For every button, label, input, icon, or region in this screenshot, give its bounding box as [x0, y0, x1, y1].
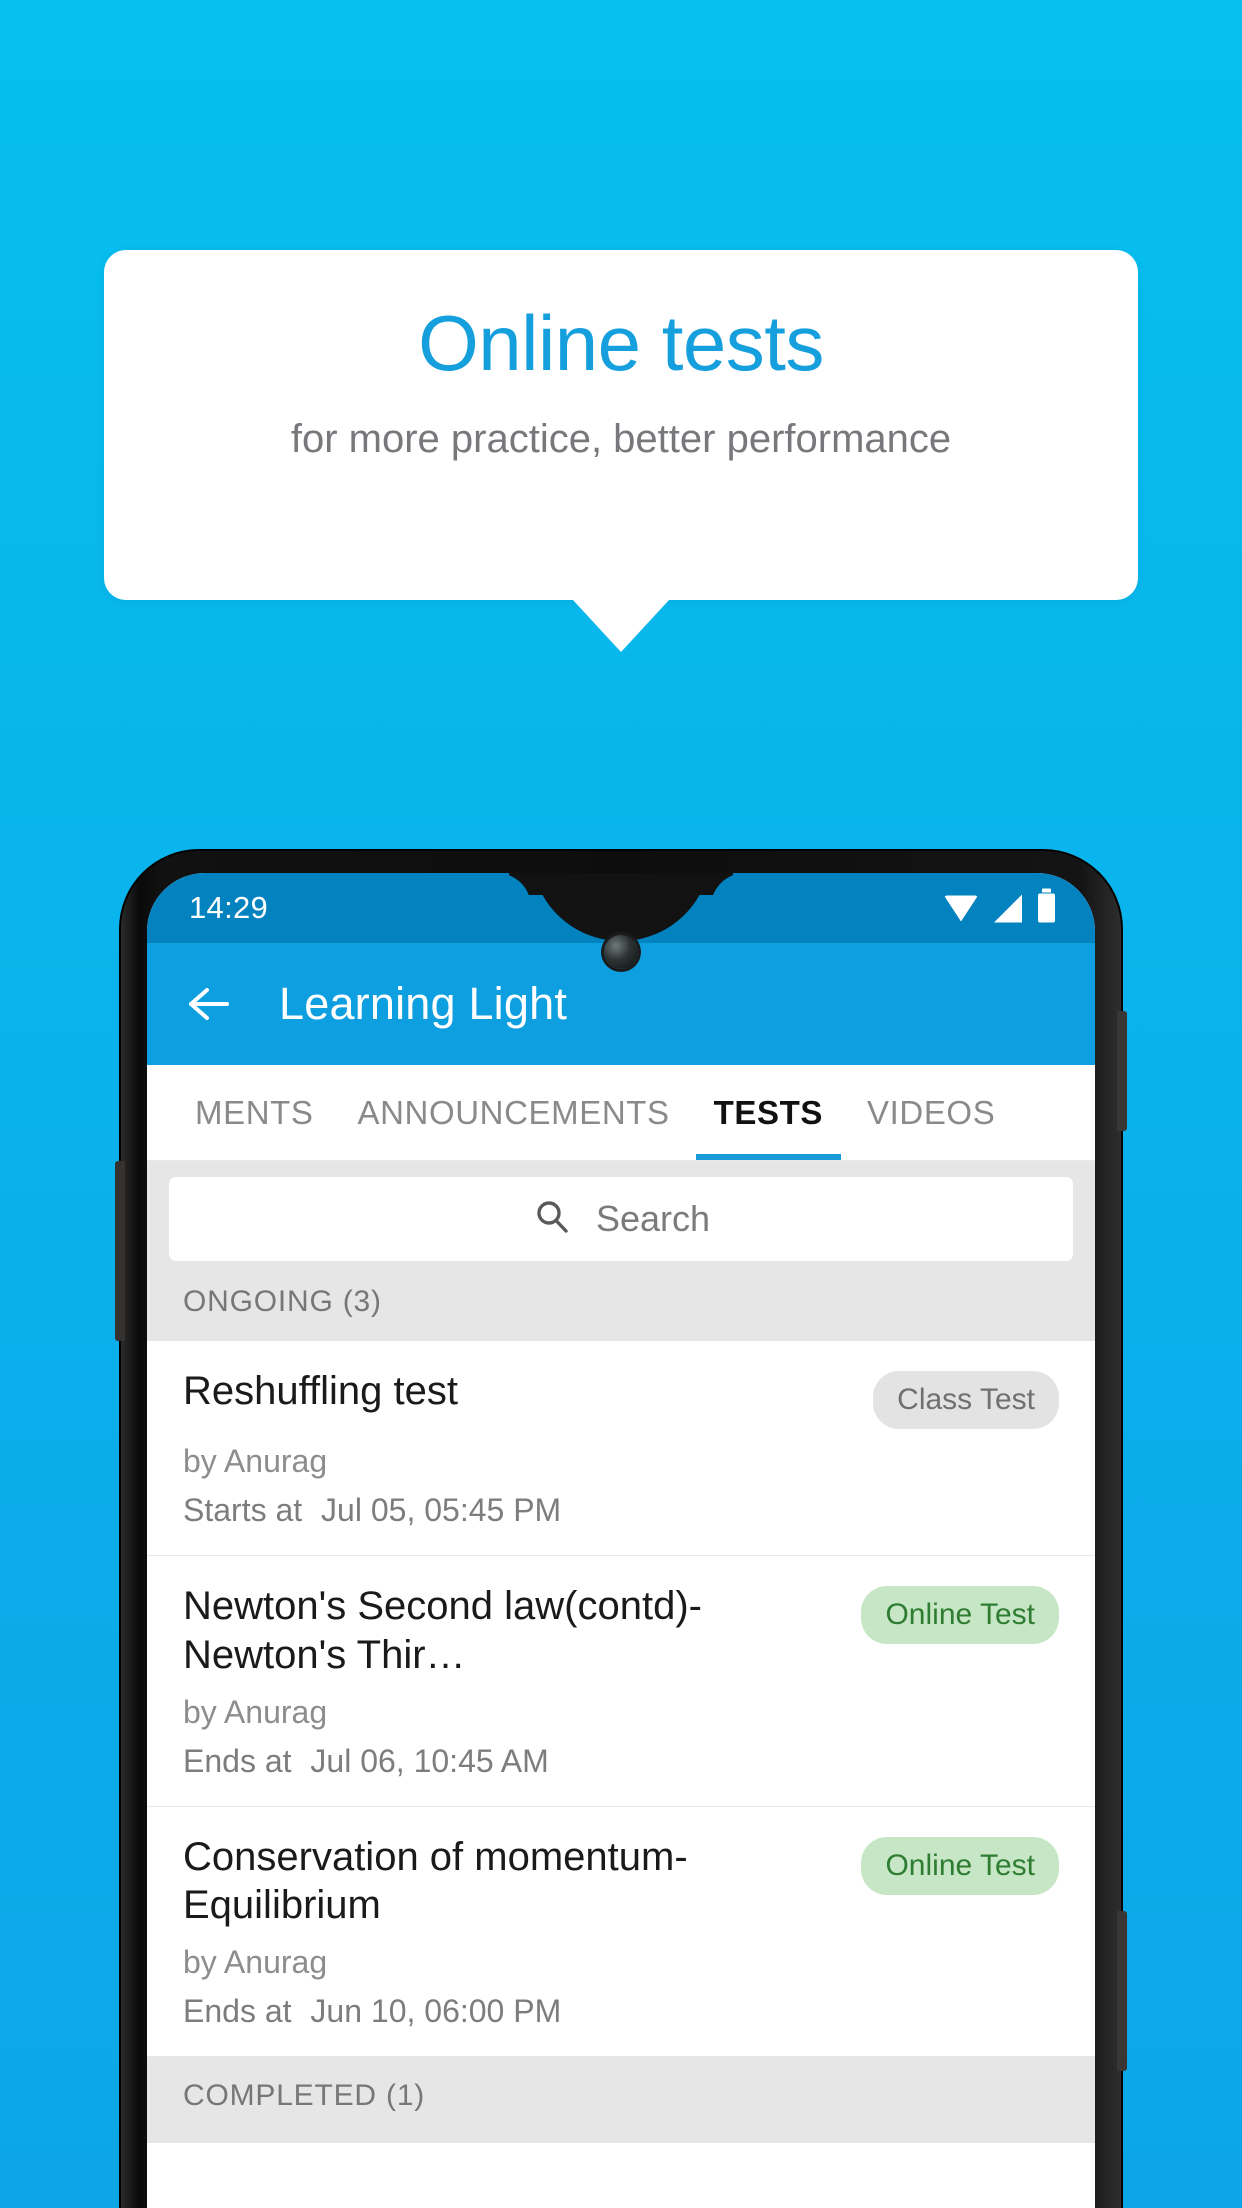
status-badge: Class Test [873, 1371, 1059, 1429]
card-top-row: Newton's Second law(contd)-Newton's Thir… [183, 1582, 1059, 1680]
test-time-label: Ends at [183, 1742, 292, 1779]
status-time: 14:29 [189, 890, 269, 925]
status-icons [944, 888, 1055, 923]
section-header-completed: COMPLETED (1) [147, 2057, 1095, 2144]
test-time: Ends at Jun 10, 06:00 PM [183, 1993, 1059, 2030]
tests-list: Reshuffling test Class Test by Anurag St… [147, 1341, 1095, 2058]
tab-bar: MENTS ANNOUNCEMENTS TESTS VIDEOS [147, 1065, 1095, 1161]
tab-label: TESTS [713, 1093, 824, 1131]
table-row[interactable]: Conservation of momentum-Equilibrium Onl… [147, 1807, 1095, 2058]
test-author: by Anurag [183, 1693, 328, 1730]
test-author: by Anurag [183, 1443, 328, 1479]
phone-volume-button-right[interactable] [1117, 1911, 1127, 2071]
battery-icon [1038, 888, 1055, 923]
status-badge: Online Test [861, 1836, 1059, 1895]
promo-subtitle: for more practice, better performance [290, 417, 952, 461]
tab-label: MENTS [195, 1093, 314, 1131]
test-time: Starts at Jul 05, 05:45 PM [183, 1492, 1059, 1529]
table-row[interactable]: Newton's Second law(contd)-Newton's Thir… [147, 1556, 1095, 1807]
test-time-value: Jun 10, 06:00 PM [310, 1993, 562, 2030]
test-time-value: Jul 05, 05:45 PM [321, 1492, 562, 1528]
promo-title: Online tests [418, 299, 824, 387]
phone-power-button[interactable] [1117, 1011, 1127, 1131]
test-time-label: Ends at [183, 1993, 292, 2030]
search-placeholder: Search [595, 1198, 711, 1239]
test-title: Reshuffling test [183, 1369, 458, 1413]
test-time: Ends at Jul 06, 10:45 AM [183, 1743, 1059, 1780]
app-bar-title: Learning Light [279, 978, 568, 1029]
test-author: by Anurag [183, 1944, 328, 1981]
search-input[interactable]: Search [169, 1177, 1073, 1261]
section-header-ongoing: ONGOING (3) [147, 1279, 1095, 1341]
promo-screenshot: Online tests for more practice, better p… [0, 0, 1242, 2208]
card-top-row: Conservation of momentum-Equilibrium Onl… [183, 1833, 1059, 1931]
search-icon [532, 1197, 572, 1242]
tab-tests[interactable]: TESTS [692, 1065, 845, 1160]
waterdrop-notch [531, 873, 711, 941]
app-bar: Learning Light [147, 943, 1095, 1065]
test-time-label: Starts at [183, 1492, 303, 1528]
phone-display: 14:29 Learning Light MENTS ANNOUNCEMENTS… [147, 873, 1095, 2208]
search-container: Search [147, 1161, 1095, 1279]
phone-mockup: 14:29 Learning Light MENTS ANNOUNCEMENTS… [115, 851, 1127, 2208]
promo-callout-card: Online tests for more practice, better p… [104, 250, 1138, 600]
tab-label: VIDEOS [867, 1093, 996, 1131]
phone-volume-button-left[interactable] [115, 1161, 125, 1341]
status-badge: Online Test [861, 1586, 1059, 1644]
test-title: Newton's Second law(contd)-Newton's Thir… [183, 1584, 702, 1677]
tab-assignments[interactable]: MENTS [173, 1065, 336, 1160]
wifi-icon [944, 895, 978, 921]
callout-tail [573, 600, 669, 652]
signal-icon [994, 894, 1022, 922]
tab-label: ANNOUNCEMENTS [357, 1093, 670, 1131]
tab-videos[interactable]: VIDEOS [845, 1065, 1017, 1160]
test-title: Conservation of momentum-Equilibrium [183, 1834, 688, 1928]
test-time-value: Jul 06, 10:45 AM [310, 1742, 549, 1779]
back-arrow-icon[interactable] [181, 977, 235, 1031]
table-row[interactable]: Reshuffling test Class Test by Anurag St… [147, 1341, 1095, 1556]
tab-announcements[interactable]: ANNOUNCEMENTS [336, 1065, 692, 1160]
card-top-row: Reshuffling test Class Test [183, 1367, 1059, 1429]
status-bar: 14:29 [147, 873, 1095, 969]
